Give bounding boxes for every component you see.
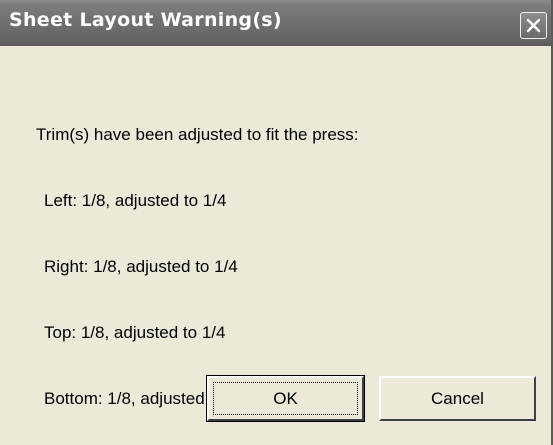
cancel-button[interactable]: Cancel — [379, 376, 536, 421]
window-title: Sheet Layout Warning(s) — [9, 9, 282, 31]
sheet-layout-warning-dialog: Sheet Layout Warning(s) Trim(s) have bee… — [0, 0, 553, 445]
trim-line-top: Top: 1/8, adjusted to 1/4 — [44, 323, 226, 342]
trim-line-right: Right: 1/8, adjusted to 1/4 — [44, 257, 238, 276]
title-bar[interactable]: Sheet Layout Warning(s) — [0, 0, 551, 46]
trim-line-left: Left: 1/8, adjusted to 1/4 — [44, 191, 227, 210]
ok-button[interactable]: OK — [206, 375, 365, 422]
message-intro: Trim(s) have been adjusted to fit the pr… — [36, 125, 359, 144]
close-button[interactable] — [520, 12, 547, 39]
close-icon — [526, 18, 541, 33]
ok-button-label: OK — [213, 382, 358, 415]
